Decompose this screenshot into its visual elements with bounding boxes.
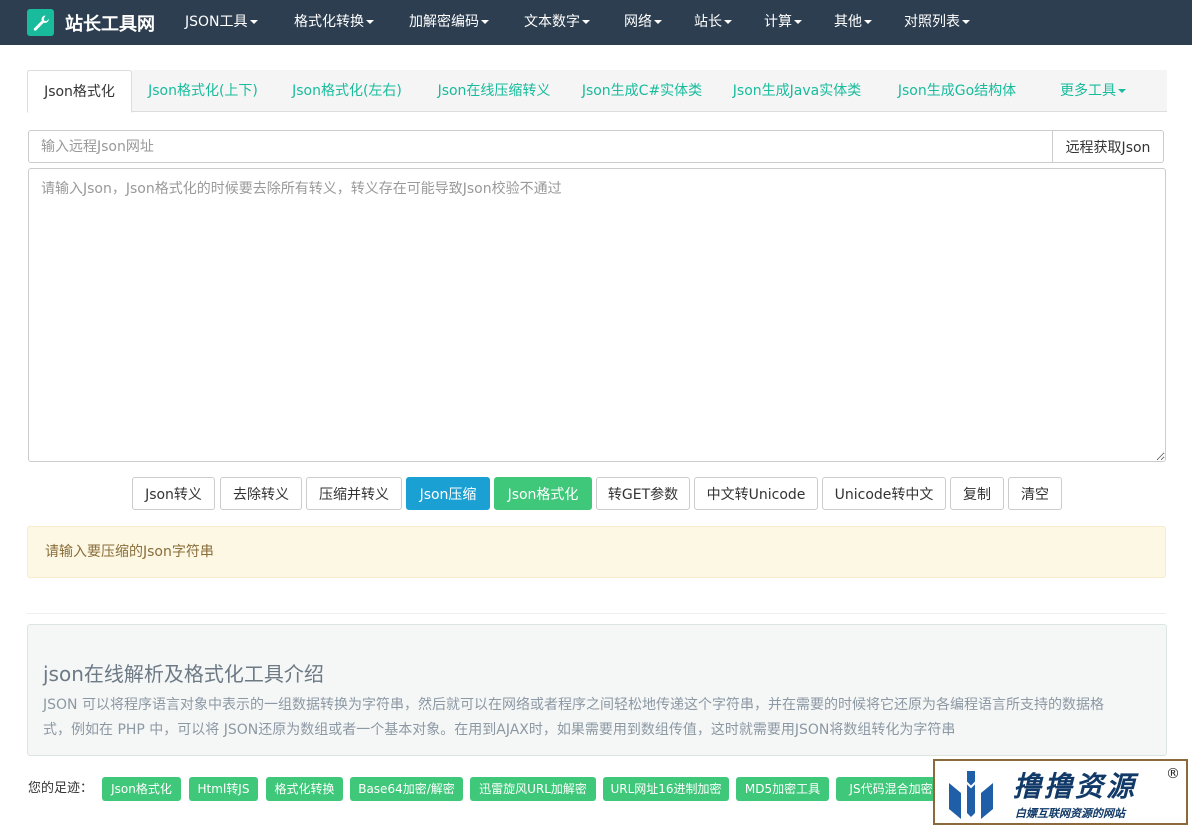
tab-json-to-java[interactable]: Json生成Java实体类 [721, 70, 873, 112]
tab-label: 更多工具 [1060, 83, 1116, 99]
intro-title: json在线解析及格式化工具介绍 [43, 662, 324, 686]
caret-down-icon [864, 20, 872, 24]
caret-down-icon [962, 20, 970, 24]
caret-down-icon [654, 20, 662, 24]
to-get-params-button[interactable]: 转GET参数 [596, 477, 690, 510]
caret-down-icon [794, 20, 802, 24]
nav-calculate[interactable]: 计算 [764, 0, 802, 45]
footprint-link[interactable]: JS代码混合加密 [836, 777, 946, 801]
watermark-title: 撸撸资源 [1013, 770, 1138, 803]
remote-url-input[interactable] [28, 130, 1053, 163]
top-navbar: 站长工具网 JSON工具 格式化转换 加解密编码 文本数字 网络 站长 计算 其… [0, 0, 1192, 45]
tab-json-format-horizontal[interactable]: Json格式化(左右) [279, 70, 415, 112]
nav-text-number[interactable]: 文本数字 [524, 0, 590, 45]
caret-down-icon [1118, 89, 1126, 93]
copy-button[interactable]: 复制 [950, 477, 1004, 510]
footprint-link[interactable]: Json格式化 [102, 777, 181, 801]
chinese-to-unicode-button[interactable]: 中文转Unicode [694, 477, 818, 510]
caret-down-icon [724, 20, 732, 24]
nav-reference-list[interactable]: 对照列表 [904, 0, 970, 45]
remove-escape-button[interactable]: 去除转义 [220, 477, 302, 510]
brand[interactable]: 站长工具网 [27, 9, 155, 36]
caret-down-icon [249, 20, 258, 24]
tool-tabs: Json格式化 Json格式化(上下) Json格式化(左右) Json在线压缩… [27, 70, 1167, 113]
intro-panel: json在线解析及格式化工具介绍 JSON 可以将程序语言对象中表示的一组数据转… [27, 624, 1167, 756]
nav-label: JSON工具 [185, 14, 248, 30]
footprint-link[interactable]: 格式化转换 [266, 777, 343, 801]
nav-label: 计算 [764, 14, 792, 30]
intro-body: JSON 可以将程序语言对象中表示的一组数据转换为字符串，然后就可以在网络或者程… [43, 697, 1104, 738]
nav-label: 对照列表 [904, 14, 960, 30]
tab-more-tools[interactable]: 更多工具 [1041, 70, 1145, 112]
nav-webmaster[interactable]: 站长 [694, 0, 732, 45]
footprint-link[interactable]: MD5加密工具 [736, 777, 829, 801]
nav-label: 格式化转换 [294, 14, 364, 30]
footprint-link[interactable]: Html转JS [189, 777, 258, 801]
tab-json-to-csharp[interactable]: Json生成C#实体类 [573, 70, 711, 112]
clear-button[interactable]: 清空 [1008, 477, 1062, 510]
compress-escape-button[interactable]: 压缩并转义 [306, 477, 402, 510]
nav-label: 文本数字 [524, 14, 580, 30]
tab-json-to-go[interactable]: Json生成Go结构体 [883, 70, 1031, 112]
nav-other[interactable]: 其他 [834, 0, 872, 45]
nav-label: 其他 [834, 14, 862, 30]
status-alert: 请输入要压缩的Json字符串 [27, 526, 1166, 578]
json-escape-button[interactable]: Json转义 [132, 477, 215, 510]
footprint-label: 您的足迹： [28, 781, 94, 796]
nav-encrypt-encode[interactable]: 加解密编码 [409, 0, 489, 45]
tab-json-format-vertical[interactable]: Json格式化(上下) [136, 70, 270, 112]
tab-json-compress-escape[interactable]: Json在线压缩转义 [425, 70, 563, 112]
watermark-logo-icon [949, 771, 993, 819]
watermark-badge: 撸撸资源 ® 白嫖互联网资源的网站 [933, 759, 1188, 825]
footprint-link[interactable]: Base64加密/解密 [350, 777, 463, 801]
json-compress-button[interactable]: Json压缩 [406, 477, 490, 510]
divider [27, 613, 1166, 614]
fetch-remote-button[interactable]: 远程获取Json [1052, 130, 1164, 163]
caret-down-icon [582, 20, 590, 24]
json-format-button[interactable]: Json格式化 [494, 477, 592, 510]
wrench-icon [27, 9, 54, 36]
registered-mark: ® [1166, 766, 1180, 782]
caret-down-icon [366, 20, 374, 24]
caret-down-icon [481, 20, 489, 24]
nav-label: 网络 [624, 14, 652, 30]
unicode-to-chinese-button[interactable]: Unicode转中文 [822, 477, 946, 510]
footprint-link[interactable]: 迅雷旋风URL加解密 [470, 777, 596, 801]
brand-title: 站长工具网 [65, 13, 155, 35]
nav-label: 加解密编码 [409, 14, 479, 30]
nav-json-tools[interactable]: JSON工具 [185, 0, 258, 45]
nav-label: 站长 [694, 14, 722, 30]
watermark-subtitle: 白嫖互联网资源的网站 [1015, 807, 1125, 820]
tab-json-format[interactable]: Json格式化 [27, 70, 132, 113]
nav-network[interactable]: 网络 [624, 0, 662, 45]
nav-format-convert[interactable]: 格式化转换 [294, 0, 374, 45]
footprint-link[interactable]: URL网址16进制加密 [603, 777, 729, 801]
json-editor[interactable] [28, 168, 1166, 462]
